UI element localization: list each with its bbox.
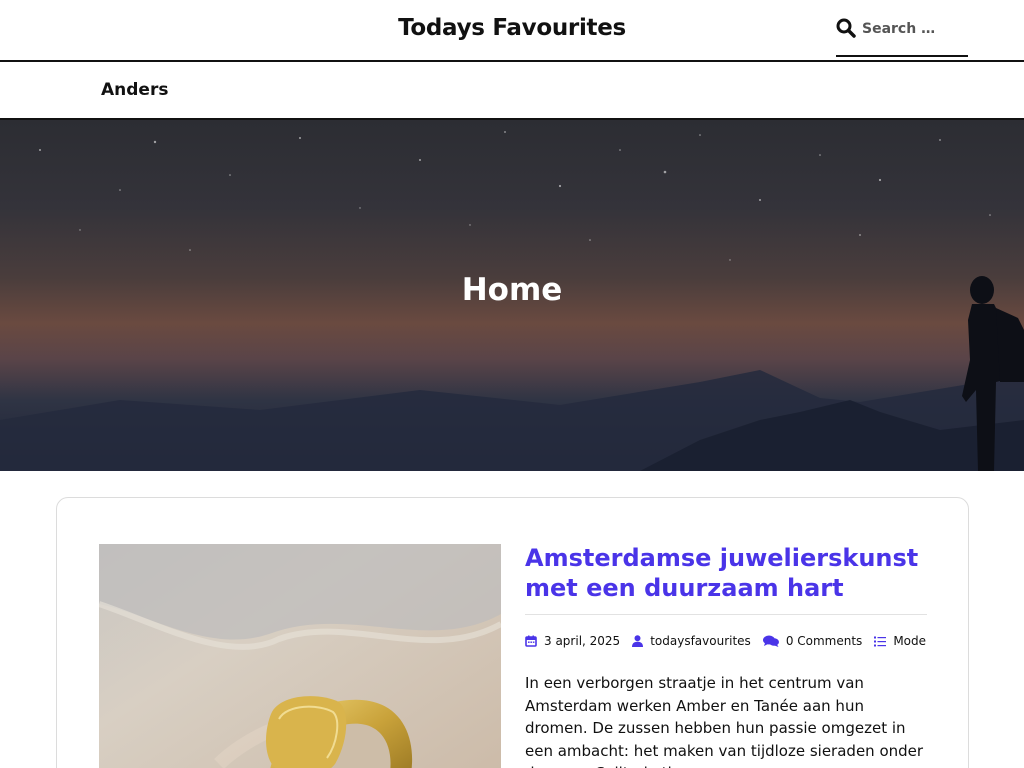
- calendar-icon: [525, 635, 537, 647]
- post-author-text: todaysfavourites: [650, 634, 751, 648]
- nav-item-anders[interactable]: Anders: [101, 80, 168, 100]
- post-comments-text: 0 Comments: [785, 634, 863, 648]
- search-input[interactable]: [862, 16, 966, 42]
- post-title-link[interactable]: Amsterdamse juwelierskunst met een duurz…: [525, 543, 927, 603]
- post-date-text: 3 april, 2025: [544, 634, 621, 648]
- search-form: [836, 12, 968, 57]
- page-title: Home: [461, 272, 563, 308]
- list-icon: [874, 636, 887, 646]
- post-meta: 3 april, 2025 todaysfavourites 0 Comment…: [525, 633, 938, 649]
- user-icon: [632, 635, 644, 647]
- main-navigation: Anders: [0, 62, 1024, 120]
- post-card: Amsterdamse juwelierskunst met een duurz…: [56, 497, 969, 768]
- post-thumbnail[interactable]: [99, 544, 501, 768]
- post-date[interactable]: 3 april, 2025: [525, 634, 620, 648]
- post-comments[interactable]: 0 Comments: [762, 634, 863, 648]
- ring-photo: [99, 544, 501, 768]
- post-excerpt: In een verborgen straatje in het centrum…: [525, 674, 924, 768]
- hero-banner: Home: [0, 120, 1024, 471]
- site-header: Todays Favourites: [0, 0, 1024, 62]
- title-divider: [525, 614, 927, 615]
- comments-icon: [762, 635, 779, 647]
- post-author[interactable]: todaysfavourites: [632, 634, 751, 648]
- post-category[interactable]: Mode: [874, 634, 926, 648]
- post-category-text: Mode: [893, 634, 927, 648]
- search-icon[interactable]: [836, 18, 856, 38]
